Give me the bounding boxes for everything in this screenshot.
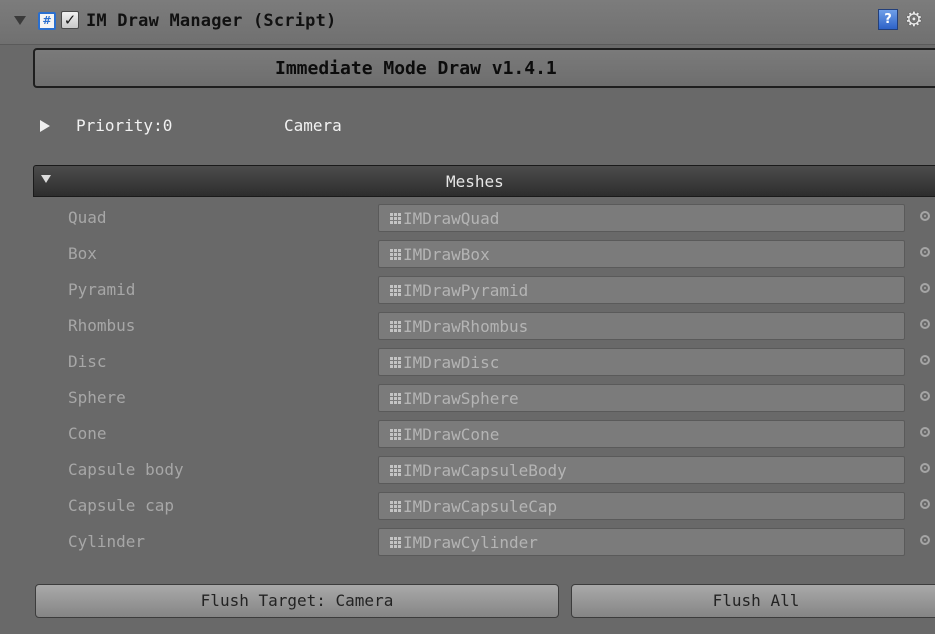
mesh-row-quad: Quad IMDrawQuad: [0, 202, 935, 238]
mesh-value: IMDrawQuad: [403, 209, 500, 228]
meshes-section-title: Meshes: [446, 172, 504, 191]
mesh-label: Cone: [68, 424, 107, 443]
object-picker-icon[interactable]: [920, 283, 930, 293]
object-picker-icon[interactable]: [920, 499, 930, 509]
mesh-value: IMDrawCapsuleBody: [403, 461, 567, 480]
mesh-row-pyramid: Pyramid IMDrawPyramid: [0, 274, 935, 310]
mesh-icon: [389, 464, 401, 477]
mesh-value: IMDrawBox: [403, 245, 490, 264]
triangle-down-icon[interactable]: [14, 16, 26, 25]
inspector-title-box: Immediate Mode Draw v1.4.1: [33, 48, 935, 88]
mesh-label: Rhombus: [68, 316, 136, 335]
mesh-object-field[interactable]: IMDrawCylinder: [378, 528, 905, 556]
object-picker-icon[interactable]: [920, 391, 930, 401]
component-title: IM Draw Manager (Script): [86, 11, 337, 31]
component-header[interactable]: # ✓ IM Draw Manager (Script) ? ⚙: [0, 0, 935, 45]
mesh-icon: [389, 248, 401, 261]
mesh-label: Capsule cap: [68, 496, 174, 515]
mesh-icon: [389, 392, 401, 405]
mesh-icon: [389, 284, 401, 297]
mesh-list: Quad IMDrawQuad Box IMDrawBox Pyramid IM…: [0, 202, 935, 562]
mesh-label: Pyramid: [68, 280, 136, 299]
mesh-row-capsule-cap: Capsule cap IMDrawCapsuleCap: [0, 490, 935, 526]
mesh-value: IMDrawPyramid: [403, 281, 529, 300]
mesh-value: IMDrawCone: [403, 425, 500, 444]
mesh-object-field[interactable]: IMDrawDisc: [378, 348, 905, 376]
inspector-panel: # ✓ IM Draw Manager (Script) ? ⚙ Immedia…: [0, 0, 935, 634]
flush-all-button[interactable]: Flush All: [571, 584, 935, 618]
mesh-label: Capsule body: [68, 460, 184, 479]
mesh-icon: [389, 500, 401, 513]
mesh-object-field[interactable]: IMDrawPyramid: [378, 276, 905, 304]
object-picker-icon[interactable]: [920, 427, 930, 437]
meshes-section-header[interactable]: Meshes: [33, 165, 935, 197]
mesh-row-rhombus: Rhombus IMDrawRhombus: [0, 310, 935, 346]
object-picker-icon[interactable]: [920, 211, 930, 221]
object-picker-icon[interactable]: [920, 319, 930, 329]
mesh-row-cylinder: Cylinder IMDrawCylinder: [0, 526, 935, 562]
mesh-row-cone: Cone IMDrawCone: [0, 418, 935, 454]
triangle-right-icon[interactable]: [40, 120, 50, 132]
mesh-object-field[interactable]: IMDrawBox: [378, 240, 905, 268]
mesh-icon: [389, 212, 401, 225]
mesh-label: Disc: [68, 352, 107, 371]
mesh-row-sphere: Sphere IMDrawSphere: [0, 382, 935, 418]
csharp-script-icon: #: [38, 12, 56, 30]
mesh-icon: [389, 428, 401, 441]
help-book-icon[interactable]: ?: [878, 9, 898, 30]
mesh-object-field[interactable]: IMDrawRhombus: [378, 312, 905, 340]
object-picker-icon[interactable]: [920, 247, 930, 257]
object-picker-icon[interactable]: [920, 535, 930, 545]
mesh-value: IMDrawCylinder: [403, 533, 538, 552]
gear-icon[interactable]: ⚙: [905, 8, 923, 30]
mesh-value: IMDrawSphere: [403, 389, 519, 408]
mesh-object-field[interactable]: IMDrawSphere: [378, 384, 905, 412]
priority-foldout-label[interactable]: Priority:0: [76, 116, 172, 135]
mesh-icon: [389, 320, 401, 333]
mesh-value: IMDrawCapsuleCap: [403, 497, 558, 516]
component-enabled-checkbox[interactable]: ✓: [61, 11, 79, 29]
mesh-label: Quad: [68, 208, 107, 227]
mesh-label: Box: [68, 244, 97, 263]
camera-label: Camera: [284, 116, 342, 135]
triangle-down-icon[interactable]: [41, 175, 51, 183]
mesh-row-capsule-body: Capsule body IMDrawCapsuleBody: [0, 454, 935, 490]
mesh-object-field[interactable]: IMDrawQuad: [378, 204, 905, 232]
object-picker-icon[interactable]: [920, 355, 930, 365]
mesh-object-field[interactable]: IMDrawCone: [378, 420, 905, 448]
mesh-row-disc: Disc IMDrawDisc: [0, 346, 935, 382]
flush-target-button[interactable]: Flush Target: Camera: [35, 584, 559, 618]
mesh-object-field[interactable]: IMDrawCapsuleCap: [378, 492, 905, 520]
object-picker-icon[interactable]: [920, 463, 930, 473]
mesh-value: IMDrawDisc: [403, 353, 500, 372]
mesh-label: Cylinder: [68, 532, 146, 551]
mesh-row-box: Box IMDrawBox: [0, 238, 935, 274]
page-title: Immediate Mode Draw v1.4.1: [275, 58, 557, 79]
mesh-label: Sphere: [68, 388, 126, 407]
mesh-icon: [389, 356, 401, 369]
mesh-object-field[interactable]: IMDrawCapsuleBody: [378, 456, 905, 484]
mesh-value: IMDrawRhombus: [403, 317, 529, 336]
mesh-icon: [389, 536, 401, 549]
